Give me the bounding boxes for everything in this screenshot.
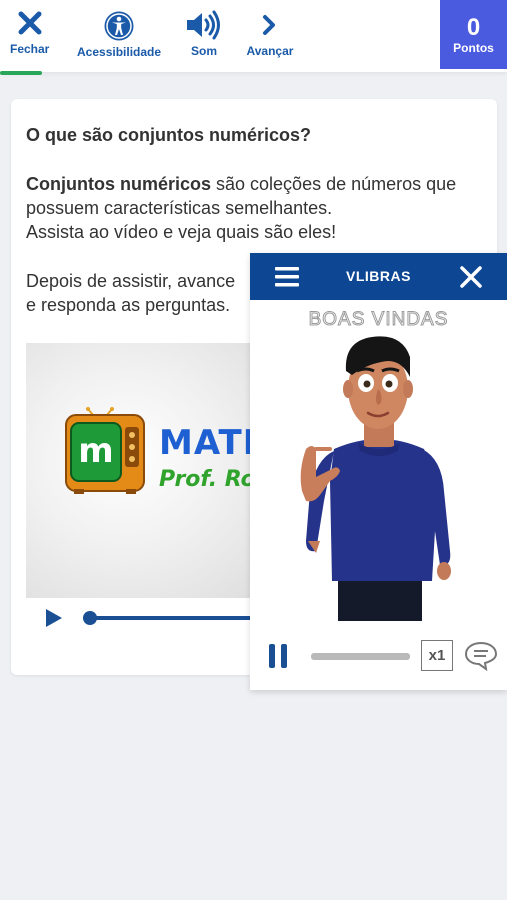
speaker-icon — [187, 10, 220, 40]
sound-button[interactable]: Som — [185, 10, 223, 58]
close-icon — [18, 11, 42, 35]
next-label: Avançar — [246, 44, 294, 58]
close-button[interactable]: Fechar — [10, 10, 49, 56]
vlibras-panel: VLIBRAS BOAS VINDAS x1 — [250, 253, 507, 690]
points-label: Pontos — [453, 40, 494, 55]
lesson-intro-text: Conjuntos numéricos são coleções de núme… — [26, 172, 486, 220]
lesson-title: O que são conjuntos numéricos? — [26, 125, 312, 145]
pause-icon — [269, 644, 287, 668]
video-player[interactable]: m MATE Prof. Ro — [26, 343, 276, 598]
pause-button[interactable] — [266, 642, 290, 675]
lesson-progress-bar — [0, 71, 42, 75]
accessibility-button[interactable]: Acessibilidade — [77, 10, 161, 59]
chat-bubble-icon — [464, 641, 498, 672]
tv-logo-letter: m — [78, 431, 114, 471]
lesson-instruction: Assista ao vídeo e veja quais são eles! — [26, 222, 337, 242]
vlibras-progress-track[interactable] — [311, 653, 410, 660]
chevron-right-icon — [263, 15, 275, 35]
next-button[interactable]: Avançar — [246, 10, 294, 58]
vlibras-caption: BOAS VINDAS — [308, 309, 449, 331]
speed-button[interactable]: x1 — [421, 640, 453, 671]
accessibility-label: Acessibilidade — [77, 45, 162, 59]
close-icon — [460, 266, 482, 288]
vlibras-controls: x1 — [250, 637, 507, 677]
vlibras-header: VLIBRAS — [250, 253, 507, 300]
vlibras-close-button[interactable] — [459, 265, 483, 294]
sound-label: Som — [190, 44, 217, 58]
video-controls — [26, 599, 266, 637]
sign-language-avatar — [300, 336, 451, 621]
play-button[interactable] — [44, 607, 64, 634]
video-seek-handle[interactable] — [83, 611, 97, 625]
close-label: Fechar — [10, 42, 50, 56]
video-seek-bar[interactable] — [91, 616, 266, 620]
points-badge: 0 Pontos — [440, 0, 507, 69]
brand-subtitle: Prof. Ro — [159, 467, 256, 492]
lesson-intro-bold: Conjuntos numéricos — [26, 174, 212, 194]
top-navigation-bar: Fechar Acessibilidade Som Avançar 0 Pont… — [0, 0, 507, 75]
points-value: 0 — [466, 13, 481, 41]
subtitles-button[interactable] — [464, 641, 498, 676]
accessibility-icon — [104, 11, 134, 41]
play-icon — [46, 609, 62, 627]
